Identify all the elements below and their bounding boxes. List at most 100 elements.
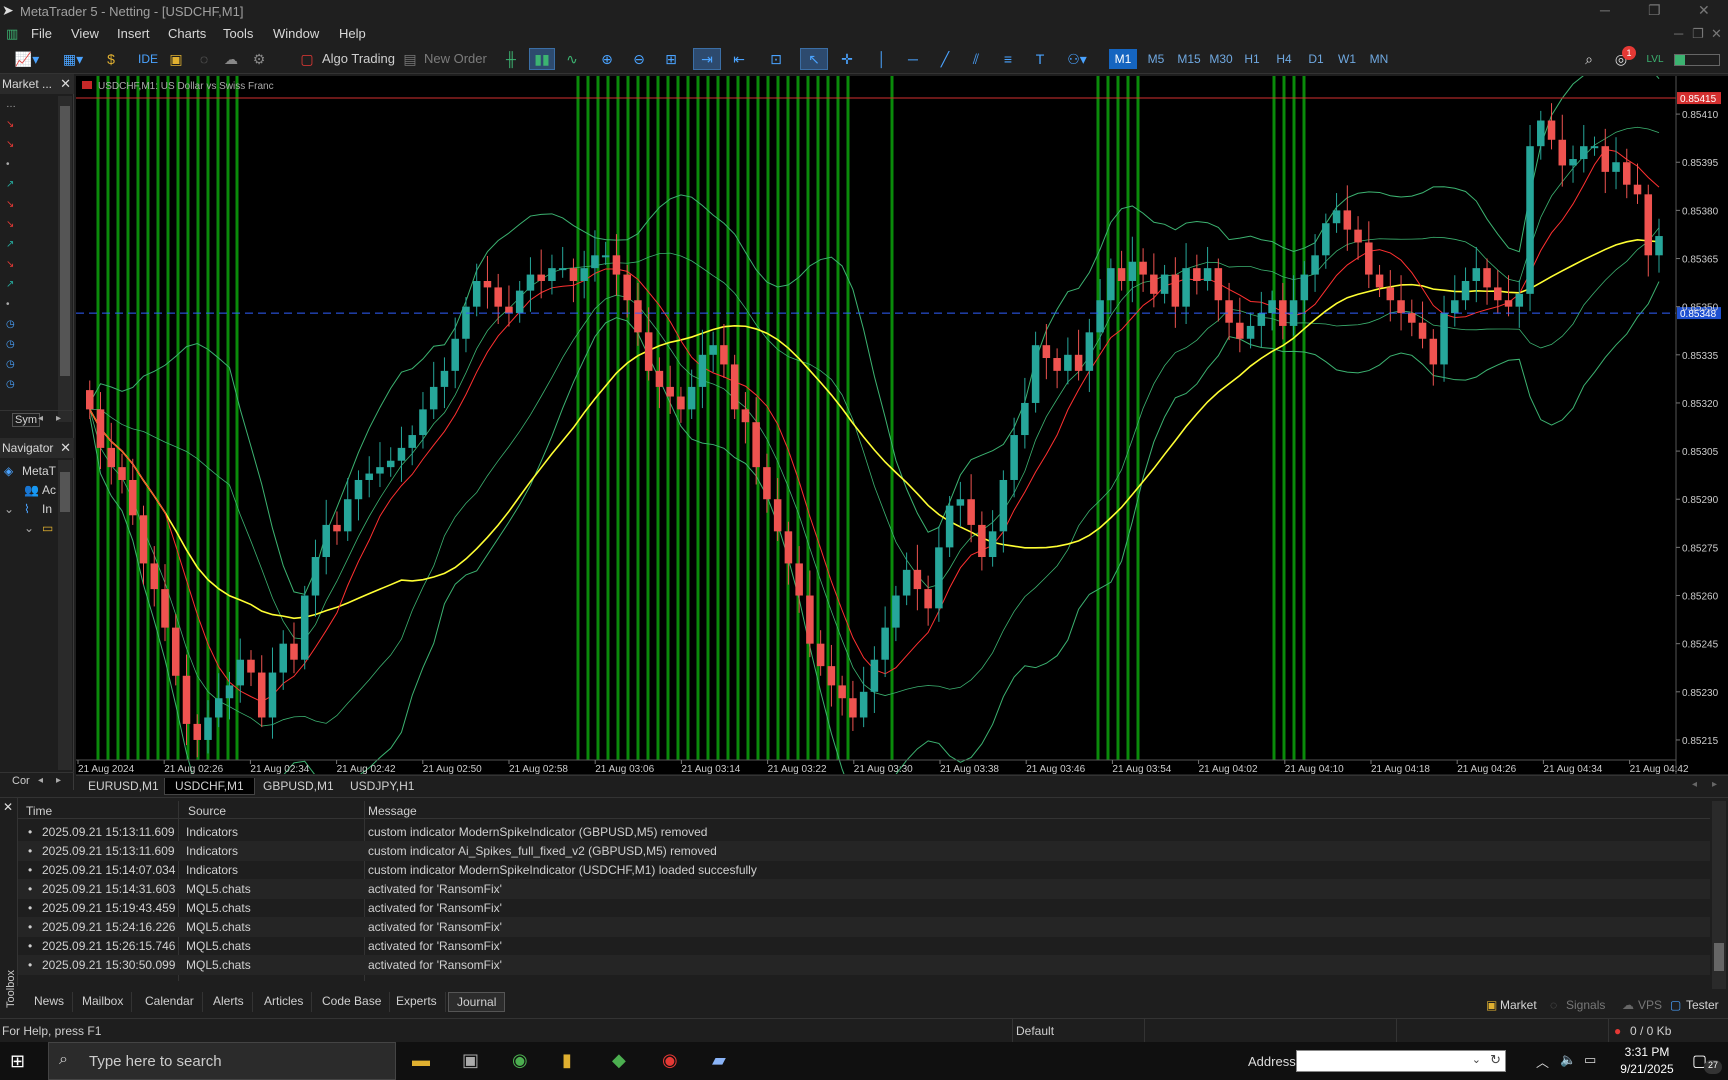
market-watch-row[interactable]: ↘ (0, 256, 56, 276)
cursor-tool-icon[interactable]: ↖ (800, 48, 828, 70)
timeframe-h1[interactable]: H1 (1238, 49, 1266, 69)
nav-item-indicators[interactable]: In (42, 502, 52, 516)
address-dropdown-icon[interactable]: ⌄ (1472, 1053, 1481, 1066)
zoom-in-icon[interactable]: ⊕ (596, 48, 618, 70)
market-watch-row[interactable]: ↘ (0, 196, 56, 216)
new-order-button[interactable]: New Order (424, 51, 487, 66)
dollar-icon[interactable]: $ (100, 48, 122, 70)
col-time[interactable]: Time (26, 804, 52, 818)
windows-start-icon[interactable]: ⊞ (10, 1051, 25, 1072)
algo-trading-button[interactable]: Algo Trading (322, 51, 395, 66)
tab-articles[interactable]: Articles (256, 992, 313, 1012)
candlestick-icon[interactable]: ▮▮ (529, 48, 555, 70)
timeframe-m1[interactable]: M1 (1109, 49, 1137, 69)
journal-row[interactable]: • 2025.09.21 15:26:15.746 MQL5.chats activa… (18, 936, 1710, 956)
app-s-icon[interactable]: ▮ (562, 1050, 572, 1071)
toolbox-close-icon[interactable]: ✕ (3, 800, 13, 814)
settings-icon[interactable]: ⚙ (248, 48, 270, 70)
nav-tab-right-icon[interactable]: ▸ (56, 775, 61, 786)
child-close-icon[interactable]: ✕ (1711, 26, 1722, 42)
market-watch-scrollbar[interactable] (58, 96, 72, 422)
metatrader-taskbar-icon[interactable]: ◆ (612, 1050, 626, 1071)
line-chart-icon[interactable]: ∿ (561, 48, 583, 70)
timeframe-w1[interactable]: W1 (1333, 49, 1361, 69)
horizontal-line-icon[interactable]: ─ (902, 48, 924, 70)
chrome-profile-icon[interactable]: ◉ (662, 1050, 678, 1071)
market-watch-row[interactable]: ↗ (0, 176, 56, 196)
timeframe-h4[interactable]: H4 (1270, 49, 1298, 69)
tabs-left-icon[interactable]: ◂ (1692, 779, 1697, 790)
notifications-icon[interactable]: ◎ 1 (1610, 46, 1636, 70)
signals-icon[interactable]: ◌ (193, 48, 215, 70)
folder-icon[interactable]: ▭ (42, 521, 53, 535)
market-watch-scroll-thumb[interactable] (60, 106, 70, 376)
restore-icon[interactable]: ❐ (1648, 2, 1661, 19)
chart-tab-gbpusd[interactable]: GBPUSD,M1 (253, 778, 344, 795)
chart-templates-icon[interactable]: ▦▾ (56, 48, 90, 70)
market-watch-row[interactable]: ↘ (0, 136, 56, 156)
shapes-icon[interactable]: ⚇▾ (1060, 48, 1094, 70)
chart-tab-usdjpy[interactable]: USDJPY,H1 (340, 778, 424, 795)
journal-row[interactable]: • 2025.09.21 15:14:07.034 Indicators custom… (18, 860, 1710, 880)
timeframe-m15[interactable]: M15 (1174, 49, 1204, 69)
tab-mailbox[interactable]: Mailbox (74, 992, 133, 1012)
market-watch-row[interactable]: ↗ (0, 276, 56, 296)
chart-shift-icon[interactable]: ⇤ (728, 48, 750, 70)
journal-row[interactable]: • 2025.09.21 15:13:11.609 Indicators custom… (18, 822, 1710, 842)
timeframe-m5[interactable]: M5 (1142, 49, 1170, 69)
navigator-scrollbar[interactable] (58, 460, 72, 770)
navigator-scroll-thumb[interactable] (60, 472, 70, 512)
market-watch-row[interactable]: ◷ (0, 336, 56, 356)
tab-alerts[interactable]: Alerts (205, 992, 253, 1012)
col-message[interactable]: Message (368, 804, 417, 818)
symbols-tab[interactable]: Sym (12, 413, 40, 427)
menu-file[interactable]: File (31, 26, 52, 41)
autoscroll-icon[interactable]: ⇥ (693, 48, 721, 70)
journal-scrollbar[interactable] (1712, 801, 1726, 989)
market-watch-row[interactable]: • (0, 296, 56, 316)
crosshair-icon[interactable]: ✛ (836, 48, 858, 70)
ide-button[interactable]: IDE (136, 48, 160, 70)
zoom-out-icon[interactable]: ⊖ (628, 48, 650, 70)
timeframe-m30[interactable]: M30 (1206, 49, 1236, 69)
vertical-line-icon[interactable]: │ (871, 48, 893, 70)
vps-link[interactable]: VPS (1638, 998, 1662, 1012)
journal-row[interactable]: • 2025.09.21 15:13:11.609 Indicators custom… (18, 841, 1710, 861)
tab-news[interactable]: News (26, 992, 74, 1012)
market-watch-row[interactable]: ◷ (0, 316, 56, 336)
screenshot-icon[interactable]: ⊡ (765, 48, 787, 70)
chart-tab-eurusd[interactable]: EURUSD,M1 (78, 778, 169, 795)
tab-scroll-left-icon[interactable]: ◂ (38, 413, 43, 424)
menu-tools[interactable]: Tools (223, 26, 253, 41)
lvl-icon[interactable]: LVL (1644, 48, 1666, 70)
menu-charts[interactable]: Charts (168, 26, 206, 41)
expand-sub-icon[interactable]: ⌄ (24, 521, 34, 535)
market-icon[interactable]: ▣ (165, 48, 187, 70)
nav-tab-left-icon[interactable]: ◂ (38, 775, 43, 786)
market-watch-row[interactable]: ◷ (0, 376, 56, 396)
market-watch-row[interactable]: … (0, 96, 56, 116)
file-explorer-icon[interactable]: ▬ (412, 1050, 430, 1071)
child-restore-icon[interactable]: ❐ (1692, 26, 1704, 42)
nav-item-metatrader[interactable]: MetaT (22, 464, 56, 478)
chart-tab-usdchf[interactable]: USDCHF,M1 (164, 778, 255, 795)
menu-insert[interactable]: Insert (117, 26, 150, 41)
market-watch-row[interactable]: ◷ (0, 356, 56, 376)
expand-icon[interactable]: ⌄ (4, 502, 14, 516)
market-watch-row[interactable]: ↗ (0, 236, 56, 256)
journal-row[interactable]: • 2025.09.21 15:19:43.459 MQL5.chats activa… (18, 898, 1710, 918)
market-watch-row[interactable]: ↘ (0, 216, 56, 236)
tester-link[interactable]: Tester (1686, 998, 1719, 1012)
grid-icon[interactable]: ⊞ (660, 48, 682, 70)
trendline-icon[interactable]: ╱ (934, 48, 956, 70)
menu-view[interactable]: View (71, 26, 99, 41)
nav-item-accounts[interactable]: Ac (42, 483, 56, 497)
text-tool-icon[interactable]: T (1029, 48, 1051, 70)
market-watch-row[interactable]: ↘ (0, 116, 56, 136)
address-input[interactable]: ⌄ ↻ (1296, 1050, 1506, 1072)
market-link[interactable]: Market (1500, 998, 1537, 1012)
timeframe-d1[interactable]: D1 (1302, 49, 1330, 69)
taskbar-date[interactable]: 9/21/2025 (1612, 1062, 1682, 1076)
tab-calendar[interactable]: Calendar (137, 992, 203, 1012)
menu-window[interactable]: Window (273, 26, 319, 41)
